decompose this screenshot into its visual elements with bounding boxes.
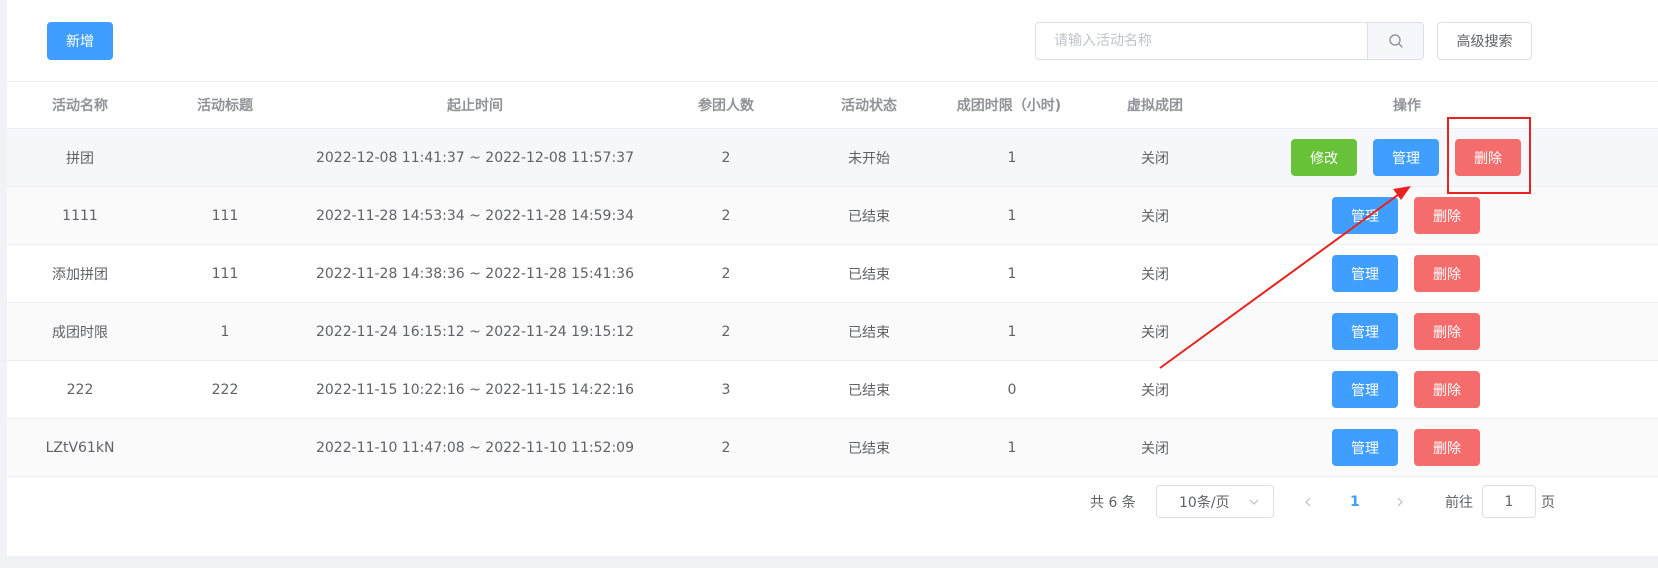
delete-button[interactable]: 删除	[1414, 313, 1480, 350]
delete-button[interactable]: 删除	[1414, 255, 1480, 292]
cell-name: 添加拼团	[52, 266, 108, 283]
cell-limit: 1	[1007, 207, 1017, 224]
cell-time: 2022-11-28 14:53:34 ~ 2022-11-28 14:59:3…	[315, 207, 635, 224]
search-input[interactable]	[1036, 23, 1367, 59]
cell-count: 2	[721, 265, 731, 282]
page-number-active[interactable]: 1	[1350, 485, 1360, 518]
delete-button[interactable]: 删除	[1414, 371, 1480, 408]
chevron-right-icon	[1397, 497, 1403, 506]
cell-virtual: 关闭	[1141, 440, 1169, 457]
cell-limit: 1	[1007, 323, 1017, 340]
cell-status: 未开始	[848, 150, 890, 167]
page-size-select[interactable]: 10条/页	[1156, 485, 1274, 518]
cell-title: 111	[211, 265, 239, 282]
table-row: 1111 111 2022-11-28 14:53:34 ~ 2022-11-2…	[7, 187, 1658, 245]
search-box	[1035, 22, 1424, 60]
cell-time: 2022-11-28 14:38:36 ~ 2022-11-28 15:41:3…	[315, 265, 635, 282]
toolbar: 新增 高级搜索	[7, 0, 1658, 82]
cell-virtual: 关闭	[1141, 150, 1169, 167]
header-count: 参团人数	[698, 98, 754, 114]
goto-page-input[interactable]	[1482, 485, 1536, 518]
table-row: 添加拼团 111 2022-11-28 14:38:36 ~ 2022-11-2…	[7, 245, 1658, 303]
chevron-down-icon	[1249, 499, 1259, 505]
table-row: 成团时限 1 2022-11-24 16:15:12 ~ 2022-11-24 …	[7, 303, 1658, 361]
cell-count: 2	[721, 207, 731, 224]
manage-button[interactable]: 管理	[1332, 429, 1398, 466]
cell-title: 111	[211, 207, 239, 224]
search-icon	[1388, 34, 1403, 48]
cell-time: 2022-12-08 11:41:37 ~ 2022-12-08 11:57:3…	[315, 149, 635, 166]
page-size-value: 10条/页	[1179, 494, 1230, 511]
cell-name: 1111	[62, 207, 98, 224]
page-suffix: 页	[1541, 494, 1555, 511]
manage-button[interactable]: 管理	[1332, 197, 1398, 234]
header-virtual: 虚拟成团	[1127, 98, 1183, 114]
add-button[interactable]: 新增	[47, 22, 113, 60]
manage-button[interactable]: 管理	[1373, 139, 1439, 176]
edit-button[interactable]: 修改	[1291, 139, 1357, 176]
manage-button[interactable]: 管理	[1332, 371, 1398, 408]
cell-status: 已结束	[848, 324, 890, 341]
search-button[interactable]	[1367, 23, 1423, 59]
cell-count: 3	[721, 381, 731, 398]
cell-virtual: 关闭	[1141, 208, 1169, 225]
cell-name: 222	[66, 381, 94, 398]
advanced-search-button[interactable]: 高级搜索	[1437, 22, 1532, 60]
header-actions: 操作	[1393, 98, 1421, 114]
header-status: 活动状态	[841, 98, 897, 114]
cell-status: 已结束	[848, 208, 890, 225]
main-panel: 新增 高级搜索 活动名称 活动标题 起止时间 参团人数 活动状态 成团时限（小时…	[7, 0, 1658, 556]
manage-button[interactable]: 管理	[1332, 255, 1398, 292]
cell-title: 1	[220, 323, 230, 340]
cell-status: 已结束	[848, 266, 890, 283]
cell-virtual: 关闭	[1141, 382, 1169, 399]
total-count: 共 6 条	[1090, 495, 1136, 511]
cell-count: 2	[721, 149, 731, 166]
header-time: 起止时间	[447, 98, 503, 114]
cell-limit: 1	[1007, 149, 1017, 166]
cell-count: 2	[721, 323, 731, 340]
cell-limit: 1	[1007, 265, 1017, 282]
prev-page-button[interactable]	[1302, 485, 1314, 518]
cell-status: 已结束	[848, 440, 890, 457]
cell-limit: 1	[1007, 439, 1017, 456]
header-name: 活动名称	[52, 98, 108, 114]
cell-time: 2022-11-24 16:15:12 ~ 2022-11-24 19:15:1…	[315, 323, 635, 340]
chevron-left-icon	[1305, 497, 1311, 506]
table-header: 活动名称 活动标题 起止时间 参团人数 活动状态 成团时限（小时) 虚拟成团 操…	[7, 82, 1658, 129]
cell-virtual: 关闭	[1141, 324, 1169, 341]
table-row: LZtV61kN 2022-11-10 11:47:08 ~ 2022-11-1…	[7, 419, 1658, 477]
delete-button[interactable]: 删除	[1414, 429, 1480, 466]
table-row: 222 222 2022-11-15 10:22:16 ~ 2022-11-15…	[7, 361, 1658, 419]
cell-name: LZtV61kN	[45, 439, 115, 456]
cell-name: 拼团	[66, 150, 94, 167]
pagination: 共 6 条	[0, 482, 1658, 522]
cell-limit: 0	[1007, 381, 1017, 398]
cell-time: 2022-11-15 10:22:16 ~ 2022-11-15 14:22:1…	[315, 381, 635, 398]
header-limit: 成团时限（小时)	[956, 98, 1062, 114]
goto-label: 前往	[1445, 494, 1473, 511]
annotation-highlight-box	[1447, 117, 1531, 194]
cell-name: 成团时限	[52, 324, 108, 341]
cell-status: 已结束	[848, 382, 890, 399]
table-row: 拼团 2022-12-08 11:41:37 ~ 2022-12-08 11:5…	[7, 129, 1658, 187]
activity-table: 活动名称 活动标题 起止时间 参团人数 活动状态 成团时限（小时) 虚拟成团 操…	[7, 81, 1658, 477]
manage-button[interactable]: 管理	[1332, 313, 1398, 350]
cell-count: 2	[721, 439, 731, 456]
cell-virtual: 关闭	[1141, 266, 1169, 283]
header-title: 活动标题	[197, 98, 253, 114]
cell-time: 2022-11-10 11:47:08 ~ 2022-11-10 11:52:0…	[315, 439, 635, 456]
next-page-button[interactable]	[1394, 485, 1406, 518]
cell-title: 222	[211, 381, 239, 398]
delete-button[interactable]: 删除	[1414, 197, 1480, 234]
